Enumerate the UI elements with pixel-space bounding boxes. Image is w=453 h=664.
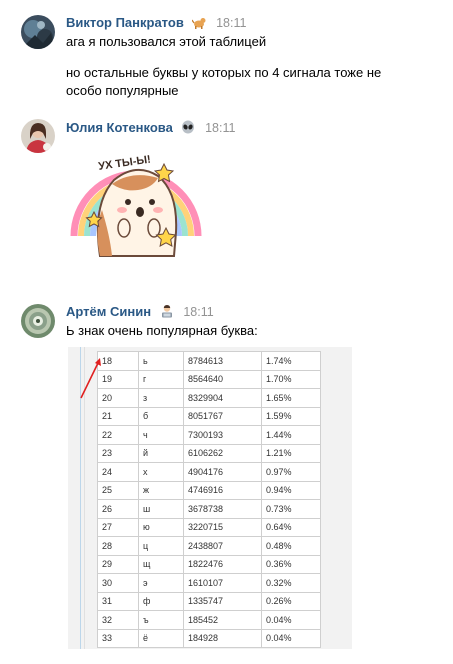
percent-cell: 0.73%	[261, 499, 321, 519]
rank-cell: 24	[97, 462, 139, 482]
dog-emoji-icon	[191, 15, 206, 32]
count-cell: 3220715	[183, 517, 262, 537]
count-cell: 4904176	[183, 462, 262, 482]
rank-cell: 21	[97, 406, 139, 426]
message-time[interactable]: 18:11	[183, 305, 213, 319]
letter-cell: щ	[138, 554, 184, 574]
message-text: ага я пользовался этой таблицей	[66, 34, 267, 49]
count-cell: 6106262	[183, 443, 262, 463]
count-cell: 8051767	[183, 406, 262, 426]
avatar-artyom[interactable]	[21, 304, 55, 338]
letter-cell: ж	[138, 480, 184, 500]
letter-cell: ю	[138, 517, 184, 537]
letter-cell: х	[138, 462, 184, 482]
red-arrow-icon	[80, 358, 101, 399]
table-row: 27 ю 3220715 0.64%	[97, 517, 321, 537]
table-row: 18 ь 8784613 1.74%	[97, 351, 321, 371]
percent-cell: 0.97%	[261, 462, 321, 482]
attached-image[interactable]: 18 ь 8784613 1.74% 19 г 8564640 1.70% 20 з 8329904…	[68, 347, 352, 649]
letter-frequency-table: 18 ь 8784613 1.74% 19 г 8564640 1.70% 20 з 8329904…	[97, 351, 321, 648]
message-text: Ь знак очень популярная буква:	[66, 323, 258, 338]
letter-cell: ё	[138, 628, 184, 648]
table-row: 24 х 4904176 0.97%	[97, 462, 321, 482]
percent-cell: 0.04%	[261, 610, 321, 630]
table-row: 26 ш 3678738 0.73%	[97, 499, 321, 519]
count-cell: 1335747	[183, 591, 262, 611]
author-name[interactable]: Артём Синин	[66, 304, 151, 319]
table-row: 22 ч 7300193 1.44%	[97, 425, 321, 445]
message-header: Юлия Котенкова 18:11	[66, 120, 235, 137]
count-cell: 7300193	[183, 425, 262, 445]
percent-cell: 0.26%	[261, 591, 321, 611]
rank-cell: 23	[97, 443, 139, 463]
table-row: 29 щ 1822476 0.36%	[97, 554, 321, 574]
count-cell: 8784613	[183, 351, 262, 371]
table-row: 32 ъ 185452 0.04%	[97, 610, 321, 630]
author-name[interactable]: Виктор Панкратов	[66, 15, 184, 30]
letter-cell: г	[138, 369, 184, 389]
letter-cell: ф	[138, 591, 184, 611]
message-header: Виктор Панкратов 18:11	[66, 15, 246, 32]
author-name[interactable]: Юлия Котенкова	[66, 120, 173, 135]
table-row: 28 ц 2438807 0.48%	[97, 536, 321, 556]
message-header: Артём Синин 18:11	[66, 304, 214, 321]
percent-cell: 1.44%	[261, 425, 321, 445]
count-cell: 1610107	[183, 573, 262, 593]
table-row: 33 ё 184928 0.04%	[97, 628, 321, 648]
count-cell: 2438807	[183, 536, 262, 556]
table-row: 31 ф 1335747 0.26%	[97, 591, 321, 611]
letter-cell: ь	[138, 351, 184, 371]
count-cell: 3678738	[183, 499, 262, 519]
percent-cell: 0.48%	[261, 536, 321, 556]
percent-cell: 1.70%	[261, 369, 321, 389]
rank-cell: 31	[97, 591, 139, 611]
table-row: 19 г 8564640 1.70%	[97, 369, 321, 389]
table-row: 21 б 8051767 1.59%	[97, 406, 321, 426]
avatar-yulia[interactable]	[21, 119, 55, 153]
letter-cell: ч	[138, 425, 184, 445]
avatar-viktor[interactable]	[21, 15, 55, 49]
rank-cell: 33	[97, 628, 139, 648]
rank-cell: 27	[97, 517, 139, 537]
letter-cell: э	[138, 573, 184, 593]
table-row: 30 э 1610107 0.32%	[97, 573, 321, 593]
percent-cell: 1.59%	[261, 406, 321, 426]
message-time[interactable]: 18:11	[205, 121, 235, 135]
percent-cell: 1.65%	[261, 388, 321, 408]
table-row: 25 ж 4746916 0.94%	[97, 480, 321, 500]
percent-cell: 0.64%	[261, 517, 321, 537]
rank-cell: 32	[97, 610, 139, 630]
sticker-hamster[interactable]: УХ ТЫ-Ы!	[66, 144, 206, 268]
rank-cell: 22	[97, 425, 139, 445]
message-text: но остальные буквы у которых по 4 сигнал…	[66, 65, 382, 98]
percent-cell: 0.32%	[261, 573, 321, 593]
technologist-emoji-icon	[160, 304, 174, 321]
rank-cell: 30	[97, 573, 139, 593]
count-cell: 4746916	[183, 480, 262, 500]
table-row: 20 з 8329904 1.65%	[97, 388, 321, 408]
rank-cell: 29	[97, 554, 139, 574]
count-cell: 8564640	[183, 369, 262, 389]
letter-cell: з	[138, 388, 184, 408]
message-time[interactable]: 18:11	[216, 16, 246, 30]
letter-cell: б	[138, 406, 184, 426]
percent-cell: 1.74%	[261, 351, 321, 371]
percent-cell: 0.36%	[261, 554, 321, 574]
percent-cell: 1.21%	[261, 443, 321, 463]
letter-cell: ц	[138, 536, 184, 556]
letter-cell: й	[138, 443, 184, 463]
letter-cell: ш	[138, 499, 184, 519]
percent-cell: 0.94%	[261, 480, 321, 500]
percent-cell: 0.04%	[261, 628, 321, 648]
rank-cell: 25	[97, 480, 139, 500]
alien-emoji-icon	[181, 120, 195, 137]
count-cell: 8329904	[183, 388, 262, 408]
rank-cell: 26	[97, 499, 139, 519]
letter-cell: ъ	[138, 610, 184, 630]
table-row: 23 й 6106262 1.21%	[97, 443, 321, 463]
count-cell: 1822476	[183, 554, 262, 574]
count-cell: 185452	[183, 610, 262, 630]
count-cell: 184928	[183, 628, 262, 648]
rank-cell: 28	[97, 536, 139, 556]
